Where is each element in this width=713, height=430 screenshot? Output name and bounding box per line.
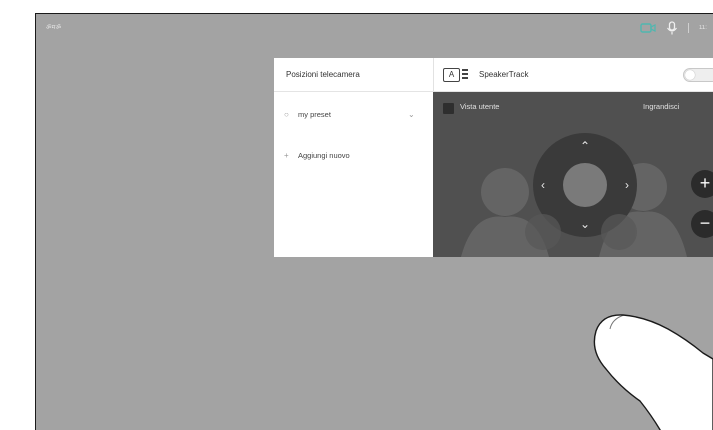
pan-right-button[interactable]: › bbox=[621, 179, 633, 191]
speaker-track-toggle[interactable] bbox=[683, 68, 713, 82]
status-bar-right: 11: bbox=[640, 19, 713, 37]
touch-screen: ॐमॐ 11: Posizioni telecamera ○ my preset… bbox=[36, 14, 713, 430]
pan-down-button[interactable]: ⌄ bbox=[579, 218, 591, 230]
person-head-center-left bbox=[525, 214, 561, 250]
pan-left-button[interactable]: ‹ bbox=[537, 179, 549, 191]
zoom-label: Ingrandisci bbox=[643, 102, 680, 111]
chevron-down-icon[interactable]: ⌄ bbox=[408, 110, 415, 119]
speaker-track-label: SpeakerTrack bbox=[479, 70, 529, 79]
self-view-icon[interactable] bbox=[443, 103, 454, 114]
preset-label: my preset bbox=[298, 110, 331, 119]
toggle-knob bbox=[685, 70, 695, 80]
speaker-track-bars-icon bbox=[462, 69, 468, 79]
pan-up-button[interactable]: ⌃ bbox=[579, 140, 591, 152]
preview-scene bbox=[461, 133, 687, 257]
camera-positions-column: Posizioni telecamera ○ my preset ⌄ + Agg… bbox=[274, 58, 434, 257]
self-view-label[interactable]: Vista utente bbox=[460, 102, 499, 111]
person-head-center-right bbox=[601, 214, 637, 250]
camera-control-panel: Posizioni telecamera ○ my preset ⌄ + Agg… bbox=[274, 58, 713, 257]
mic-icon[interactable] bbox=[666, 21, 678, 35]
preset-item-my-preset[interactable]: ○ my preset ⌄ bbox=[284, 110, 424, 119]
panel-title: Posizioni telecamera bbox=[274, 58, 433, 92]
preset-bullet-icon: ○ bbox=[284, 110, 289, 119]
status-left-text: ॐमॐ bbox=[46, 25, 62, 31]
status-divider bbox=[688, 23, 689, 33]
add-preset-label: Aggiungi nuovo bbox=[298, 151, 350, 160]
finger-gesture-illustration bbox=[593, 314, 713, 430]
add-preset-button[interactable]: + Aggiungi nuovo bbox=[284, 151, 350, 160]
person-head-left bbox=[481, 168, 529, 216]
camera-icon[interactable] bbox=[640, 22, 656, 34]
camera-preview: Vista utente Ingrandisci ⌃ ⌄ ‹ › + − bbox=[433, 92, 713, 257]
zoom-in-button[interactable]: + bbox=[691, 170, 713, 198]
clock: 11: bbox=[699, 25, 707, 31]
speaker-track-icon: A bbox=[443, 68, 460, 82]
speaker-track-bar: A SpeakerTrack bbox=[433, 58, 713, 92]
plus-icon: + bbox=[284, 151, 289, 160]
zoom-out-button[interactable]: − bbox=[691, 210, 713, 238]
joystick-center bbox=[563, 163, 607, 207]
